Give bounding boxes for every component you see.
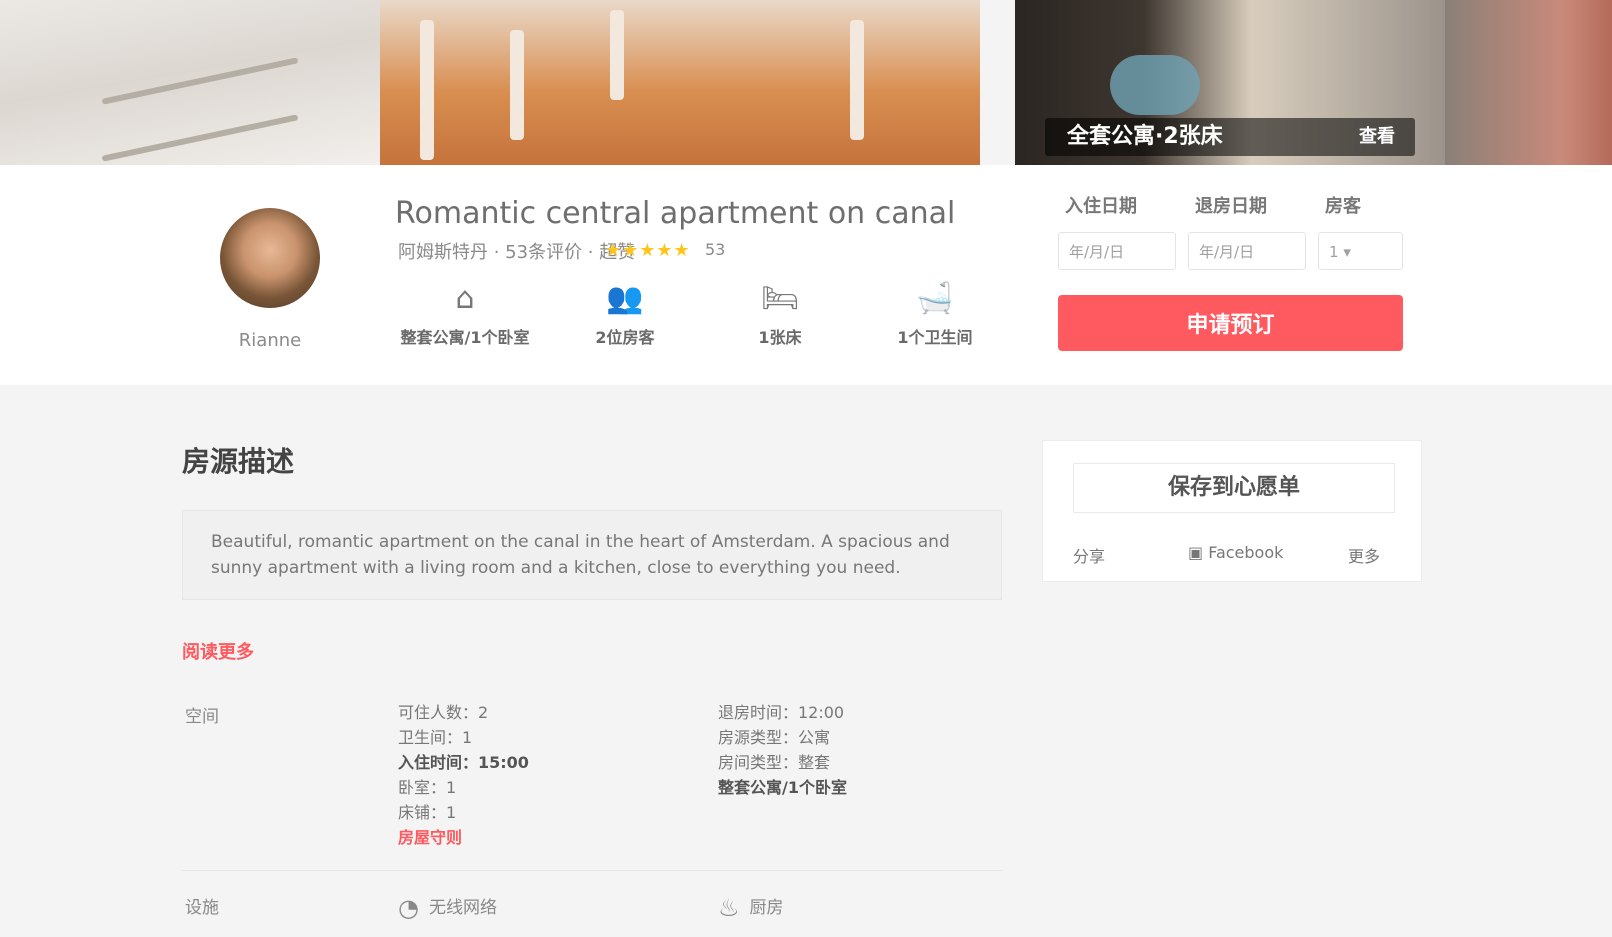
hero-photo-4[interactable]	[1445, 0, 1612, 165]
house-rules-link[interactable]: 房屋守则	[398, 828, 462, 847]
details-label: 空间	[185, 707, 219, 727]
amenity-kitchen: ♨ 厨房	[718, 894, 784, 922]
wishlist-card: 保存到心愿单 分享 ▣ Facebook 更多	[1042, 440, 1422, 582]
share-label: 分享	[1073, 547, 1106, 566]
home-icon: ⌂	[455, 281, 475, 316]
bath-icon: 🛁	[916, 281, 954, 316]
hero-photo-2[interactable]	[380, 0, 980, 165]
chevron-down-icon: ▾	[1343, 243, 1351, 261]
photo-caption: 全套公寓·2张床 查看	[1045, 118, 1415, 156]
amenity-wifi: ◔ 无线网络	[398, 894, 497, 922]
listing-subline: 阿姆斯特丹 · 53条评价 · 超赞	[398, 242, 636, 263]
hero-photo-3[interactable]: 全套公寓·2张床 查看	[1015, 0, 1445, 165]
feature-label: 2位房客	[595, 328, 655, 347]
hero-photos[interactable]: 全套公寓·2张床 查看	[0, 0, 1612, 165]
feature-home: ⌂ 整套公寓/1个卧室	[400, 282, 530, 348]
checkin-field[interactable]: 年/月/日	[1058, 232, 1176, 270]
host-avatar[interactable]	[220, 208, 320, 308]
checkout-field[interactable]: 年/月/日	[1188, 232, 1306, 270]
feature-bed: 🛏 1张床	[715, 282, 845, 348]
wifi-icon: ◔	[398, 894, 419, 922]
feature-label: 整套公寓/1个卧室	[400, 328, 530, 347]
feature-label: 1个卫生间	[897, 328, 973, 347]
guests-select[interactable]: 1 ▾	[1318, 232, 1403, 270]
feature-bath: 🛁 1个卫生间	[870, 282, 1000, 348]
amenities-label: 设施	[185, 898, 219, 918]
hero-photo-1[interactable]	[0, 0, 380, 165]
host-name[interactable]: Rianne	[215, 330, 325, 351]
guests-icon: 👥	[606, 281, 644, 316]
save-to-wishlist-button[interactable]: 保存到心愿单	[1073, 463, 1395, 513]
checkout-label: 退房日期	[1195, 196, 1267, 217]
listing-title: Romantic central apartment on canal	[395, 196, 956, 231]
guests-label: 房客	[1325, 196, 1361, 217]
feature-label: 1张床	[758, 328, 802, 347]
share-facebook[interactable]: ▣ Facebook	[1188, 543, 1283, 562]
rating-stars: ★★★★★	[605, 240, 691, 261]
section-divider	[182, 870, 1002, 871]
details-right-column: 退房时间：12:00 房源类型：公寓 房间类型：整套 整套公寓/1个卧室	[718, 703, 847, 797]
read-more-link[interactable]: 阅读更多	[182, 638, 254, 664]
facebook-icon: ▣	[1188, 543, 1204, 562]
share-more[interactable]: 更多	[1348, 543, 1380, 567]
description-box: Beautiful, romantic apartment on the can…	[182, 510, 1002, 600]
about-title: 房源描述	[182, 445, 295, 478]
view-photos-link[interactable]: 查看	[1359, 118, 1395, 156]
checkin-label: 入住日期	[1065, 196, 1137, 217]
kitchen-icon: ♨	[718, 894, 740, 922]
bed-icon: 🛏	[760, 281, 800, 316]
details-left-column: 可住人数：2 卫生间：1 入住时间：15:00 卧室：1 床铺：1 房屋守则	[398, 703, 529, 847]
review-count[interactable]: 53	[705, 240, 725, 259]
feature-guests: 👥 2位房客	[560, 282, 690, 348]
book-button[interactable]: 申请预订	[1058, 295, 1403, 351]
